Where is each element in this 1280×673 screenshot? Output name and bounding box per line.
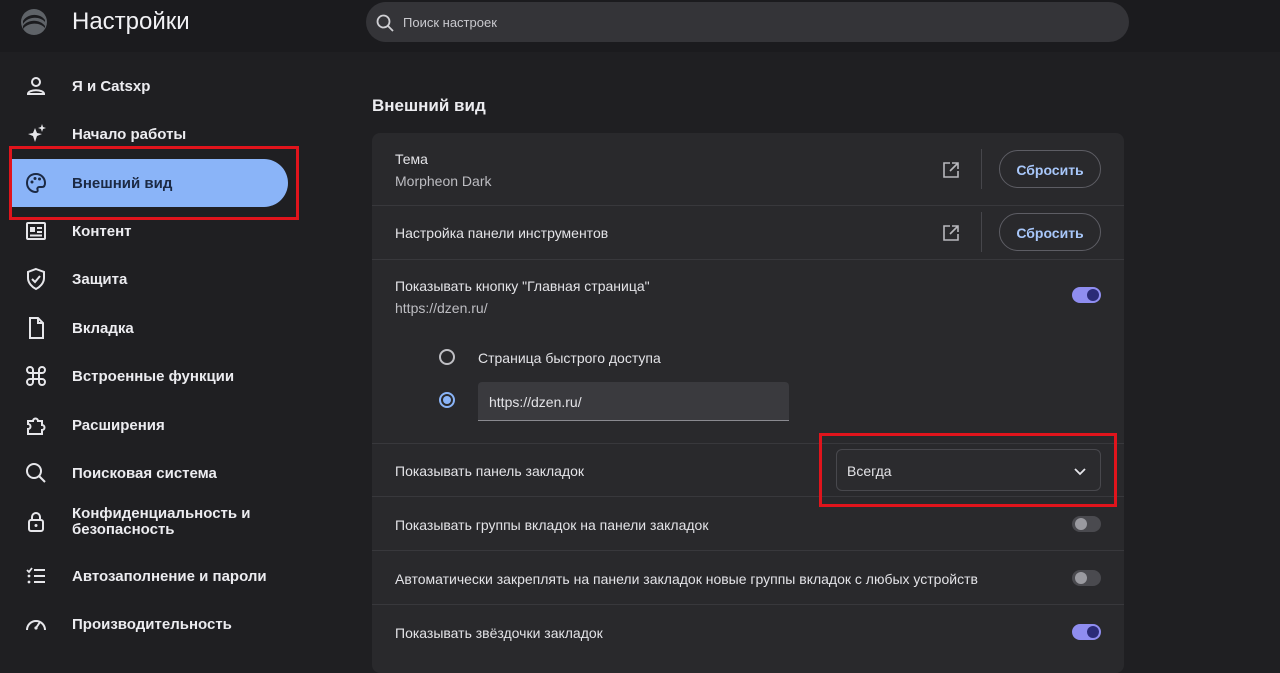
sidebar-item-label: Я и Catsxp	[72, 78, 151, 95]
sidebar-item-label: Конфиденциальность и безопасность	[72, 505, 251, 538]
custom-url-input[interactable]: https://dzen.ru/	[478, 382, 789, 421]
toggle-knob	[1075, 572, 1087, 584]
sidebar-item-label: Начало работы	[72, 126, 187, 143]
sidebar-item-appearance[interactable]: Внешний вид	[12, 159, 288, 207]
page-title: Настройки	[72, 8, 190, 35]
theme-label: Тема	[395, 151, 428, 167]
home-button-url: https://dzen.ru/	[395, 300, 488, 316]
search-input[interactable]: Поиск настроек	[366, 2, 1129, 42]
toggle-knob	[1087, 289, 1099, 301]
sidebar-item-extensions[interactable]: Расширения	[12, 401, 288, 449]
sidebar-item-label: Внешний вид	[72, 175, 173, 192]
bookmark-stars-toggle[interactable]	[1072, 624, 1101, 640]
sidebar-item-search-engine[interactable]: Поисковая система	[12, 449, 288, 497]
shield-check-icon	[24, 267, 48, 291]
auto-pin-label: Автоматически закреплять на панели закла…	[395, 571, 978, 587]
document-icon	[24, 316, 48, 340]
bookmarks-bar-select[interactable]: Всегда	[836, 449, 1101, 491]
home-button-toggle[interactable]	[1072, 287, 1101, 303]
external-link-icon[interactable]	[941, 223, 961, 243]
sidebar-item-content[interactable]: Контент	[12, 207, 288, 255]
quick-access-label: Страница быстрого доступа	[478, 350, 661, 366]
quick-access-radio[interactable]	[439, 349, 455, 365]
appearance-settings-card: Тема Morpheon Dark Сбросить Настройка па…	[372, 133, 1124, 673]
sidebar-item-autofill-passwords[interactable]: Автозаполнение и пароли	[12, 552, 288, 600]
divider	[981, 212, 982, 252]
sidebar-item-label: Автозаполнение и пароли	[72, 568, 267, 585]
sidebar-item-builtin-features[interactable]: Встроенные функции	[12, 352, 288, 400]
external-link-icon[interactable]	[941, 160, 961, 180]
search-icon	[24, 461, 48, 485]
sidebar-item-tab[interactable]: Вкладка	[12, 304, 288, 352]
toggle-knob	[1087, 626, 1099, 638]
auto-pin-toggle[interactable]	[1072, 570, 1101, 586]
sidebar-item-label: Защита	[72, 271, 128, 288]
bookmark-stars-label: Показывать звёздочки закладок	[395, 625, 603, 641]
sidebar-item-privacy-security[interactable]: Конфиденциальность и безопасность	[12, 498, 288, 546]
sidebar-item-label: Расширения	[72, 417, 165, 434]
bookmark-stars-row: Показывать звёздочки закладок	[372, 604, 1124, 673]
bookmarks-bar-row: Показывать панель закладок Всегда	[372, 443, 1124, 497]
toolbar-label: Настройка панели инструментов	[395, 225, 609, 241]
auto-pin-row: Автоматически закреплять на панели закла…	[372, 550, 1124, 605]
sidebar-item-label: Вкладка	[72, 320, 134, 337]
toolbar-row: Настройка панели инструментов Сбросить	[372, 205, 1124, 260]
sidebar-item-label: Контент	[72, 223, 132, 240]
checklist-icon	[24, 564, 48, 588]
sidebar-item-label: Производительность	[72, 616, 232, 633]
sidebar-item-label: Встроенные функции	[72, 368, 235, 385]
search-placeholder: Поиск настроек	[403, 15, 497, 30]
sidebar-item-protection[interactable]: Защита	[12, 255, 288, 303]
theme-row: Тема Morpheon Dark Сбросить	[372, 133, 1124, 205]
command-icon	[24, 364, 48, 388]
sidebar-item-label: Поисковая система	[72, 465, 217, 482]
chevron-down-icon	[1074, 468, 1086, 476]
sidebar-item-profile[interactable]: Я и Catsxp	[12, 62, 288, 110]
person-icon	[24, 74, 48, 98]
custom-url-radio[interactable]	[439, 392, 455, 408]
search-icon	[376, 14, 394, 32]
speedometer-icon	[24, 612, 48, 636]
top-bar: Настройки Поиск настроек	[0, 0, 1280, 52]
opera-gx-logo-icon	[21, 9, 47, 35]
palette-icon	[24, 171, 48, 195]
section-title: Внешний вид	[372, 96, 486, 115]
sidebar-item-getting-started[interactable]: Начало работы	[12, 110, 288, 158]
toolbar-reset-button[interactable]: Сбросить	[999, 213, 1101, 251]
sparkle-star-icon	[24, 122, 48, 146]
newspaper-icon	[24, 219, 48, 243]
puzzle-icon	[24, 413, 48, 437]
bookmarks-bar-value: Всегда	[847, 463, 892, 479]
theme-reset-button[interactable]: Сбросить	[999, 150, 1101, 188]
custom-url-value: https://dzen.ru/	[489, 394, 582, 410]
tab-groups-label: Показывать группы вкладок на панели закл…	[395, 517, 709, 533]
tab-groups-row: Показывать группы вкладок на панели закл…	[372, 496, 1124, 551]
divider	[981, 149, 982, 189]
toggle-knob	[1075, 518, 1087, 530]
tab-groups-toggle[interactable]	[1072, 516, 1101, 532]
sidebar: Я и Catsxp Начало работы Внешний вид Кон…	[0, 52, 330, 653]
sidebar-item-performance[interactable]: Производительность	[12, 600, 288, 648]
bookmarks-bar-label: Показывать панель закладок	[395, 463, 585, 479]
theme-value: Morpheon Dark	[395, 173, 492, 189]
home-button-label: Показывать кнопку "Главная страница"	[395, 278, 650, 294]
lock-icon	[24, 510, 48, 534]
home-button-row: Показывать кнопку "Главная страница" htt…	[372, 259, 1124, 444]
